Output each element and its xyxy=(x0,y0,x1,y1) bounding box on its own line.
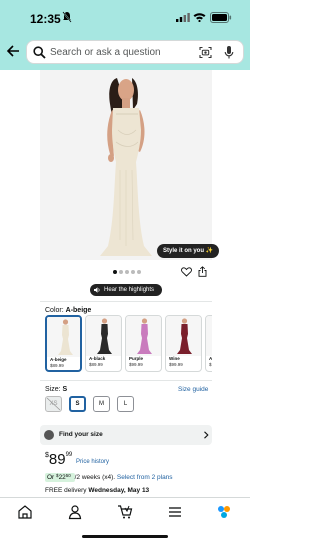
microphone-icon[interactable] xyxy=(224,45,234,60)
plan-prefix: Or xyxy=(47,474,55,481)
size-label-prefix: Size: xyxy=(45,386,61,393)
style-it-on-you-button[interactable]: Style it on you ✨ xyxy=(157,244,220,258)
plan-terms: /2 weeks (x4). xyxy=(74,474,116,481)
plan-whole: 22 xyxy=(58,474,66,481)
color-option-name: Purple xyxy=(129,356,144,361)
payment-plan: Or $2250 /2 weeks (x4). Select from 2 pl… xyxy=(45,473,173,482)
back-arrow-icon[interactable] xyxy=(6,44,20,58)
carousel-dot[interactable] xyxy=(137,270,141,274)
color-option-name: A xyxy=(209,356,212,361)
color-option-price: $99.99 xyxy=(169,362,183,367)
delivery-info: FREE delivery Wednesday, May 13 xyxy=(45,487,149,494)
hear-highlights-button[interactable]: Hear the highlights 1:46 xyxy=(90,284,162,305)
account-icon[interactable] xyxy=(67,504,83,520)
cellular-signal-icon xyxy=(176,13,190,22)
image-carousel-dots xyxy=(113,270,143,276)
color-label: Color: A-beige xyxy=(45,307,91,314)
carousel-dot[interactable] xyxy=(119,270,123,274)
color-option-price: $89.99 xyxy=(89,362,103,367)
find-your-size-row[interactable]: Find your size xyxy=(40,425,212,445)
color-option-price: $89.99 xyxy=(50,363,64,368)
sparkle-icon: ✨ xyxy=(205,248,214,254)
select-plans-link[interactable]: Select from 2 plans xyxy=(117,474,173,481)
color-option-name: Wine xyxy=(169,356,180,361)
selected-size: S xyxy=(62,386,68,393)
search-placeholder[interactable]: Search or ask a question xyxy=(50,47,161,58)
selected-color-name: A-beige xyxy=(65,307,92,314)
size-option-label: S xyxy=(75,401,80,407)
rufus-assistant-icon[interactable] xyxy=(216,504,232,520)
search-bar[interactable]: Search or ask a question xyxy=(26,40,244,64)
size-option-s[interactable]: S xyxy=(69,396,86,412)
share-icon[interactable] xyxy=(198,266,207,277)
plan-fraction: 50 xyxy=(65,473,71,478)
payment-plan-amount: Or $2250 xyxy=(45,473,75,482)
status-time: 12:35 xyxy=(30,12,61,26)
carousel-dot[interactable] xyxy=(125,270,129,274)
size-option-xs[interactable]: XS xyxy=(45,396,62,412)
heart-icon[interactable] xyxy=(181,267,192,277)
wifi-icon xyxy=(193,13,206,22)
price-whole: 89 xyxy=(48,451,66,468)
menu-icon[interactable] xyxy=(167,504,183,520)
unavailable-slash-icon xyxy=(46,397,61,411)
color-thumbnail xyxy=(206,316,212,356)
carousel-dot[interactable] xyxy=(113,270,117,274)
price-history-link[interactable]: Price history xyxy=(76,459,109,465)
status-bar: 12:35 xyxy=(0,0,250,34)
color-thumbnail xyxy=(47,317,80,357)
color-option-wine[interactable]: Wine $99.99 xyxy=(165,315,202,372)
size-guide-link[interactable]: Size guide xyxy=(178,386,208,393)
color-option-price: $99.99 xyxy=(129,362,143,367)
cart-icon[interactable] xyxy=(117,504,133,520)
size-option-label: L xyxy=(123,401,128,407)
color-label-prefix: Color: xyxy=(45,307,64,314)
color-thumbnail xyxy=(166,316,201,356)
search-icon xyxy=(33,46,46,59)
style-button-label: Style it on you xyxy=(163,248,205,254)
play-audio-icon xyxy=(94,287,100,293)
battery-icon xyxy=(210,12,232,23)
home-icon[interactable] xyxy=(17,504,33,520)
color-option-purple[interactable]: Purple $99.99 xyxy=(125,315,162,372)
size-option-label: M xyxy=(99,401,104,407)
chevron-right-icon xyxy=(204,431,209,439)
find-your-size-label: Find your size xyxy=(59,431,103,438)
size-label: Size: S xyxy=(45,386,67,393)
color-thumbnail xyxy=(126,316,161,356)
size-avatar-icon xyxy=(44,430,54,440)
price-fraction: 99 xyxy=(65,452,73,458)
color-option-name: A-beige xyxy=(50,357,67,362)
bell-muted-icon xyxy=(62,11,72,23)
delivery-date: Wednesday, May 13 xyxy=(88,487,150,494)
price: $8999 xyxy=(45,451,72,468)
color-swatches: A-beige $89.99 A-black $89.99 Purple $99.99 Wi… xyxy=(45,315,212,373)
divider xyxy=(40,301,212,302)
color-option-a-black[interactable]: A-black $89.99 xyxy=(85,315,122,372)
product-photo-illustration xyxy=(40,70,212,260)
app-header: 12:35 Search or ask a question xyxy=(0,0,250,70)
color-option-a-beige[interactable]: A-beige $89.99 xyxy=(45,315,82,372)
color-option-price: $ xyxy=(209,362,212,367)
product-image[interactable] xyxy=(40,70,212,260)
delivery-prefix: FREE delivery xyxy=(45,487,87,494)
divider xyxy=(40,380,212,381)
camera-scan-icon[interactable] xyxy=(199,46,212,59)
color-option-name: A-black xyxy=(89,356,106,361)
carousel-dot[interactable] xyxy=(131,270,135,274)
size-option-l[interactable]: L xyxy=(117,396,134,412)
color-option-a[interactable]: A $ xyxy=(205,315,212,372)
home-indicator xyxy=(82,535,168,538)
highlights-label: Hear the highlights 1:46 xyxy=(104,287,155,305)
size-option-m[interactable]: M xyxy=(93,396,110,412)
color-thumbnail xyxy=(86,316,121,356)
